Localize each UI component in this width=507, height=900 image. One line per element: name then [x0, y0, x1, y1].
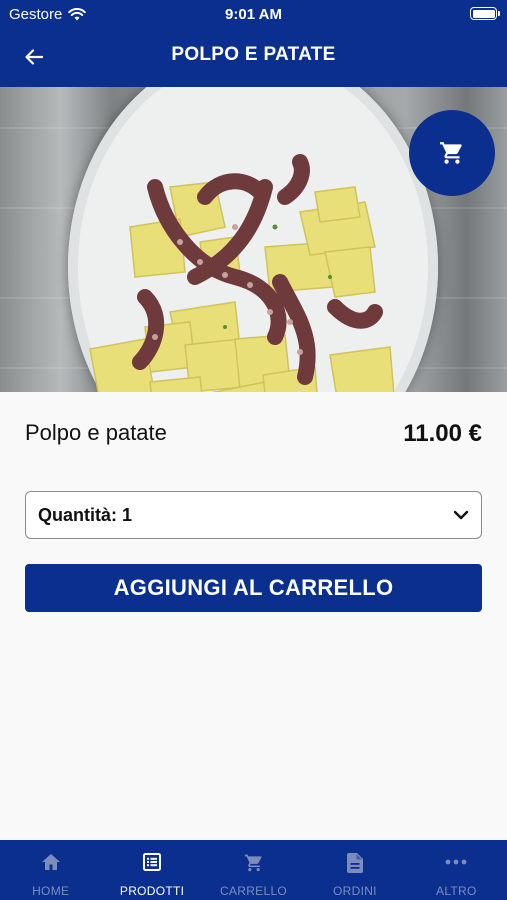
more-icon: [445, 859, 467, 865]
tab-carrello[interactable]: CARRELLO: [203, 840, 304, 900]
cart-icon: [440, 142, 462, 164]
cart-icon: [244, 854, 262, 872]
product-image-carousel[interactable]: [0, 87, 507, 392]
product-price: 11.00 €: [403, 420, 482, 447]
tab-ordini[interactable]: ORDINI: [304, 840, 405, 900]
bottom-tab-bar: HOME PRODOTTI CARRELLO ORDINI ALTRO: [0, 840, 507, 900]
cart-fab-button[interactable]: [409, 110, 495, 196]
status-time: 9:01 AM: [225, 6, 282, 23]
nav-row: POLPO E PATATE: [0, 30, 507, 87]
tab-label: ALTRO: [436, 884, 477, 898]
tab-label: PRODOTTI: [119, 884, 185, 898]
tab-altro[interactable]: ALTRO: [406, 840, 507, 900]
product-row: Polpo e patate 11.00 €: [25, 420, 482, 450]
home-icon: [41, 854, 60, 870]
status-bar: Gestore 9:01 AM: [0, 0, 507, 30]
tab-label: CARRELLO: [219, 884, 288, 898]
add-to-cart-button[interactable]: AGGIUNGI AL CARRELLO: [25, 564, 482, 612]
tab-home[interactable]: HOME: [0, 840, 101, 900]
quantity-select[interactable]: Quantità: 1: [25, 491, 482, 539]
tab-prodotti[interactable]: PRODOTTI: [101, 840, 202, 900]
top-bar: Gestore 9:01 AM POLPO E PATATE: [0, 0, 507, 87]
tab-label: ORDINI: [333, 884, 377, 898]
list-icon: [143, 853, 162, 871]
product-name: Polpo e patate: [25, 420, 167, 445]
document-icon: [346, 853, 363, 873]
battery-icon: [470, 7, 500, 20]
page-title: POLPO E PATATE: [171, 44, 336, 65]
chevron-down-icon: [453, 510, 469, 520]
quantity-label: Quantità: 1: [38, 505, 133, 525]
tab-label: HOME: [32, 884, 70, 898]
food-photo: [89, 154, 395, 392]
